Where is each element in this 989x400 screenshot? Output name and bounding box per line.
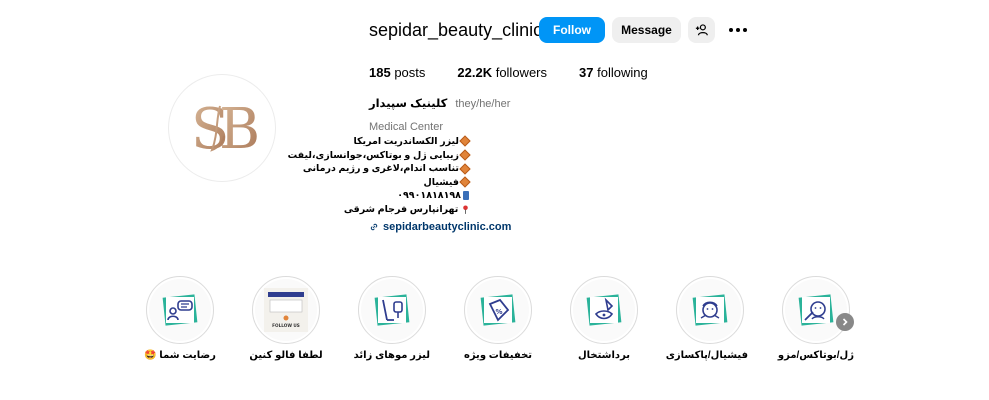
highlight-item[interactable]: برداشتخال [566,276,642,361]
highlight-label: لطفا فالو کنین [249,350,323,361]
svg-text:B: B [219,97,260,162]
highlight-label: برداشتخال [577,350,631,361]
botox-icon [798,294,834,326]
diamond-icon [459,176,471,188]
follow-button[interactable]: Follow [539,17,605,43]
more-dots-icon [729,28,747,32]
highlight-inner [149,279,211,341]
svg-text:FOLLOW US: FOLLOW US [272,323,300,328]
chat-review-icon [162,294,198,326]
profile-name-row: کلینیک سپیدار they/he/her [369,96,510,110]
bio-line: تهرانپارس فرجام شرقی [344,203,469,217]
highlight-cover [570,276,638,344]
diamond-icon [459,163,471,175]
display-name: کلینیک سپیدار [369,98,448,110]
highlight-label: ژل/بوتاکس/مزو [777,350,854,361]
highlight-item[interactable]: لیزر موهای زائد [354,276,430,361]
highlight-label: فیشیال/پاکسازی [665,350,748,361]
highlight-label: لیزر موهای زائد [353,350,430,361]
highlight-inner [785,279,847,341]
pronouns: they/he/her [455,98,511,110]
highlight-label: رضایت شما 🤩 [144,350,216,361]
pin-icon [463,205,468,214]
highlight-cover [146,276,214,344]
posts-count: 185 posts [369,65,426,80]
message-button[interactable]: Message [612,17,681,43]
mole-removal-icon [586,294,622,326]
bio-line: تناسب اندام،لاغری و رژیم درمانی [303,162,471,176]
highlight-item[interactable]: فیشیال/پاکسازی [665,276,748,361]
clinic-logo: S B [191,97,260,162]
profile-stats: 185 posts 22.2K followers 37 following [369,65,680,80]
laser-hair-icon [374,294,410,326]
profile-bio: لیزر الکساندریت امریکا زیبایی ژل و بوتاک… [288,135,471,217]
profile-category: Medical Center [369,121,443,133]
highlight-inner: % [467,279,529,341]
highlight-cover [782,276,850,344]
discount-tag-icon: % [480,294,516,326]
diamond-icon [459,135,471,148]
diamond-icon [459,149,471,161]
followers-link[interactable]: 22.2K followers [457,65,547,80]
highlight-inner: FOLLOW US [255,279,317,341]
bio-line: فیشیال [369,176,471,190]
highlight-item[interactable]: رضایت شما 🤩 [142,276,218,361]
highlight-item[interactable]: % تخفیفات ویژه [460,276,536,361]
highlights-next-button[interactable] [836,313,854,331]
highlight-inner [679,279,741,341]
add-user-icon [695,24,708,36]
phone-icon [463,191,469,201]
highlight-cover: FOLLOW US [252,276,320,344]
follow-us-poster: FOLLOW US [264,288,308,332]
profile-username: sepidar_beauty_clinic [369,20,543,40]
profile-avatar[interactable]: S B [168,74,276,182]
suggested-accounts-button[interactable] [688,17,715,43]
highlight-inner [573,279,635,341]
profile-link[interactable]: sepidarbeautyclinic.com [369,221,511,233]
highlight-label: تخفیفات ویژه [463,350,533,361]
bio-line: لیزر الکساندریت امریکا [353,135,471,149]
facial-icon [692,294,728,326]
following-link[interactable]: 37 following [579,65,648,80]
highlight-cover: % [464,276,532,344]
bio-line: زیبایی ژل و بوتاکس،جوانسازی،لیفت [288,149,471,163]
highlight-cover [676,276,744,344]
highlight-inner [361,279,423,341]
highlight-cover [358,276,426,344]
more-options-button[interactable] [727,22,749,38]
bio-line: ۰۹۹۰۱۸۱۸۱۹۸ [369,189,469,203]
link-icon [370,223,378,231]
highlight-item[interactable]: FOLLOW US لطفا فالو کنین [248,276,324,361]
svg-text:%: % [495,308,502,316]
chevron-right-icon [842,318,848,326]
